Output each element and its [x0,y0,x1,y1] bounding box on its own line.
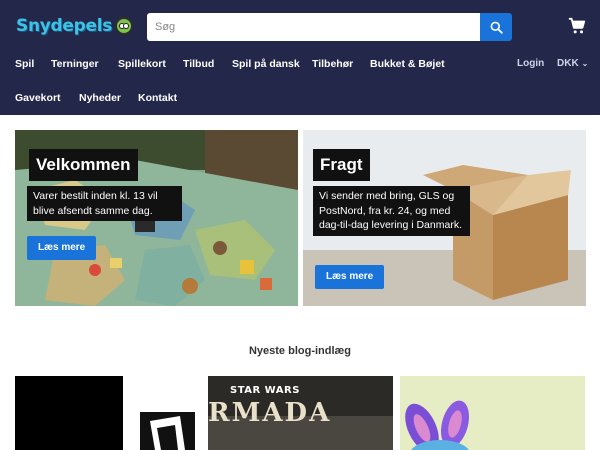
blog-card[interactable] [400,376,585,450]
blog-card[interactable] [15,376,200,450]
nav-item-nyheder[interactable]: Nyheder [79,92,121,104]
promo-card-shipping: Fragt Vi sender med bring, GLS og PostNo… [303,130,586,306]
chevron-down-icon: ⌄ [581,59,589,68]
main-nav: Spil Terninger Spillekort Tilbud Spil på… [0,55,600,75]
site-header: Snydepels Spil Terninger Spillekort Tilb… [0,0,600,115]
nav-item-bukket-boejet[interactable]: Bukket & Bøjet [370,58,445,70]
promo-text: Vi sender med bring, GLS og PostNord, fr… [313,186,470,236]
cart-icon [568,17,586,34]
armada-logo-text: RMADA [208,398,332,428]
nav-item-spil-paa-dansk[interactable]: Spil på dansk [232,58,300,70]
promo-title: Fragt [313,149,370,181]
login-link[interactable]: Login [517,58,544,69]
search-bar [147,13,512,41]
search-button[interactable] [480,13,512,41]
logo-text: Snydepels [16,16,113,36]
blog-thumbnail [400,376,585,450]
currency-label: DKK [557,58,579,69]
secondary-nav: Gavekort Nyheder Kontakt [0,89,600,109]
promo-title: Velkommen [29,149,138,181]
nav-item-spil[interactable]: Spil [15,58,34,70]
cart-button[interactable] [568,17,588,37]
logo-mascot-icon [115,17,134,35]
blog-thumbnail [15,376,200,450]
read-more-button[interactable]: Læs mere [315,265,385,289]
nav-item-tilbud[interactable]: Tilbud [183,58,214,70]
nav-item-terninger[interactable]: Terninger [51,58,99,70]
nav-item-gavekort[interactable]: Gavekort [15,92,61,104]
nav-item-tilbehoer[interactable]: Tilbehør [312,58,353,70]
blog-card[interactable]: STAR WARS RMADA [208,376,393,450]
search-input[interactable] [147,13,480,41]
site-logo[interactable]: Snydepels [16,14,134,38]
read-more-button[interactable]: Læs mere [27,236,97,260]
currency-selector[interactable]: DKK ⌄ [557,58,588,69]
nav-item-spillekort[interactable]: Spillekort [118,58,166,70]
star-wars-logo-text: STAR WARS [230,385,300,396]
blog-heading: Nyeste blog-indlæg [248,345,352,357]
search-icon [490,21,503,34]
promo-text: Varer bestilt inden kl. 13 vil blive afs… [27,186,182,221]
nav-item-kontakt[interactable]: Kontakt [138,92,177,104]
promo-card-welcome: Velkommen Varer bestilt inden kl. 13 vil… [15,130,298,306]
